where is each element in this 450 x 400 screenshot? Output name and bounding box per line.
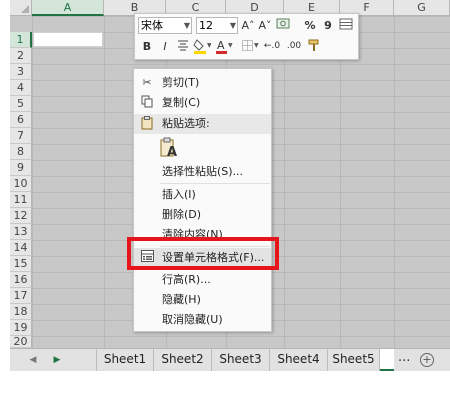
row-header-1[interactable]: 1	[10, 32, 32, 48]
row-header-7[interactable]: 7	[10, 128, 32, 144]
row-header-5[interactable]: 5	[10, 96, 32, 112]
grid-line	[340, 16, 341, 348]
font-size-select[interactable]: 12 ▼	[196, 17, 238, 34]
accounting-format-icon[interactable]	[275, 17, 293, 34]
row-header-9[interactable]: 9	[10, 160, 32, 176]
sheet-tab-sheet3[interactable]: Sheet3	[212, 349, 270, 371]
sheet-tab-sheet4[interactable]: Sheet4	[270, 349, 328, 371]
sheet-tab-bar: ◀ ▶ Sheet1 Sheet2 Sheet3 Sheet4 Sheet5 .…	[10, 348, 450, 371]
svg-text:▼: ▼	[228, 42, 233, 49]
menu-item-row-height[interactable]: 行高(R)...	[134, 270, 271, 290]
sheet-tab-sheet5[interactable]: Sheet5	[328, 349, 380, 371]
grid-line	[394, 16, 395, 348]
active-sheet-tab[interactable]	[380, 349, 394, 371]
menu-item-hide-label: 隐藏(H)	[162, 293, 201, 306]
font-color-label: A	[217, 39, 225, 52]
menu-item-delete-label: 删除(D)	[162, 208, 202, 221]
increase-decimal-button[interactable]: ←.0	[263, 38, 281, 55]
row-header-15[interactable]: 15	[10, 256, 32, 272]
row-header-3[interactable]: 3	[10, 64, 32, 80]
menu-item-copy[interactable]: 复制(C)	[134, 93, 271, 113]
font-name-select[interactable]: 宋体 ▼	[138, 17, 192, 34]
menu-paste-options-label: 粘贴选项:	[162, 117, 210, 130]
menu-item-cut[interactable]: ✂ 剪切(T)	[134, 73, 271, 93]
select-all-corner[interactable]	[10, 0, 32, 16]
copy-icon	[140, 95, 154, 111]
chevron-down-icon: ▼	[183, 21, 190, 30]
spreadsheet-window: A B C D E F G 1 2 3 4 5 6 7 8 9 10 11 12…	[10, 0, 450, 371]
scroll-left-icon[interactable]: ◀	[26, 352, 40, 368]
bold-button[interactable]: B	[138, 38, 156, 55]
svg-text:▼: ▼	[254, 42, 259, 49]
menu-item-insert[interactable]: 插入(I)	[134, 185, 271, 205]
grid-line	[284, 16, 285, 348]
more-sheets-button[interactable]: ...	[398, 349, 410, 371]
menu-paste-options-header: 粘贴选项:	[134, 114, 271, 134]
menu-item-hide[interactable]: 隐藏(H)	[134, 290, 271, 310]
chevron-down-icon: ▼	[229, 21, 236, 30]
row-header-18[interactable]: 18	[10, 304, 32, 320]
add-sheet-icon[interactable]: +	[420, 353, 434, 367]
column-header-g[interactable]: G	[394, 0, 450, 16]
format-table-icon[interactable]	[337, 17, 355, 34]
row-header-2[interactable]: 2	[10, 48, 32, 64]
paste-option-glyph: A	[167, 145, 178, 160]
mini-toolbar: 宋体 ▼ 12 ▼ A˄ A˅ % 9 B I ▼ A ▼ ▼ ←.0 .00	[134, 13, 359, 60]
percent-style-button[interactable]: %	[301, 17, 319, 34]
decrease-decimal-button[interactable]: .00	[285, 38, 303, 55]
sheet-tab-sheet2[interactable]: Sheet2	[154, 349, 212, 371]
row-header-19[interactable]: 19	[10, 320, 32, 336]
format-painter-icon[interactable]	[305, 38, 323, 55]
select-all-triangle-icon	[21, 5, 29, 13]
scissors-icon: ✂	[142, 76, 152, 89]
sheet-tab-sheet1[interactable]: Sheet1	[96, 349, 154, 371]
row-header-10[interactable]: 10	[10, 176, 32, 192]
menu-item-copy-label: 复制(C)	[162, 96, 201, 109]
row-header-14[interactable]: 14	[10, 240, 32, 256]
row-header-17[interactable]: 17	[10, 288, 32, 304]
borders-icon[interactable]: ▼	[241, 38, 259, 55]
row-header-8[interactable]: 8	[10, 144, 32, 160]
row-header-12[interactable]: 12	[10, 208, 32, 224]
svg-text:▼: ▼	[207, 42, 211, 49]
active-cell-a1[interactable]	[33, 32, 103, 47]
font-name-value: 宋体	[141, 19, 163, 32]
column-header-a[interactable]: A	[32, 0, 104, 16]
menu-item-unhide[interactable]: 取消隐藏(U)	[134, 310, 271, 330]
scroll-right-icon[interactable]: ▶	[50, 352, 64, 368]
comma-style-button[interactable]: 9	[319, 17, 337, 34]
shrink-font-button[interactable]: A˅	[256, 17, 274, 34]
font-color-icon[interactable]: A ▼	[215, 38, 233, 55]
menu-item-paste-special[interactable]: 选择性粘贴(S)...	[134, 162, 271, 182]
align-center-icon[interactable]	[174, 38, 192, 55]
row-header-20[interactable]: 20	[10, 336, 32, 348]
menu-item-row-height-label: 行高(R)...	[162, 273, 211, 286]
row-header-4[interactable]: 4	[10, 80, 32, 96]
menu-item-paste-special-label: 选择性粘贴(S)...	[162, 165, 244, 178]
menu-item-cut-label: 剪切(T)	[162, 76, 200, 89]
clipboard-icon	[140, 116, 154, 132]
row-header-16[interactable]: 16	[10, 272, 32, 288]
highlight-box	[127, 237, 279, 270]
grow-font-button[interactable]: A˄	[239, 17, 257, 34]
menu-item-insert-label: 插入(I)	[162, 188, 196, 201]
row-header-13[interactable]: 13	[10, 224, 32, 240]
fill-color-icon[interactable]: ▼	[193, 38, 212, 55]
grid-line	[104, 16, 105, 348]
menu-item-unhide-label: 取消隐藏(U)	[162, 313, 223, 326]
row-header-11[interactable]: 11	[10, 192, 32, 208]
context-menu: ✂ 剪切(T) 复制(C) 粘贴选项: A 选择性粘贴(S)... 插入(I) 删…	[133, 68, 272, 332]
font-size-value: 12	[199, 19, 213, 32]
italic-button[interactable]: I	[156, 38, 174, 55]
paste-option-button[interactable]: A	[158, 137, 180, 161]
menu-separator	[160, 183, 270, 184]
row-header-6[interactable]: 6	[10, 112, 32, 128]
menu-item-delete[interactable]: 删除(D)	[134, 205, 271, 225]
